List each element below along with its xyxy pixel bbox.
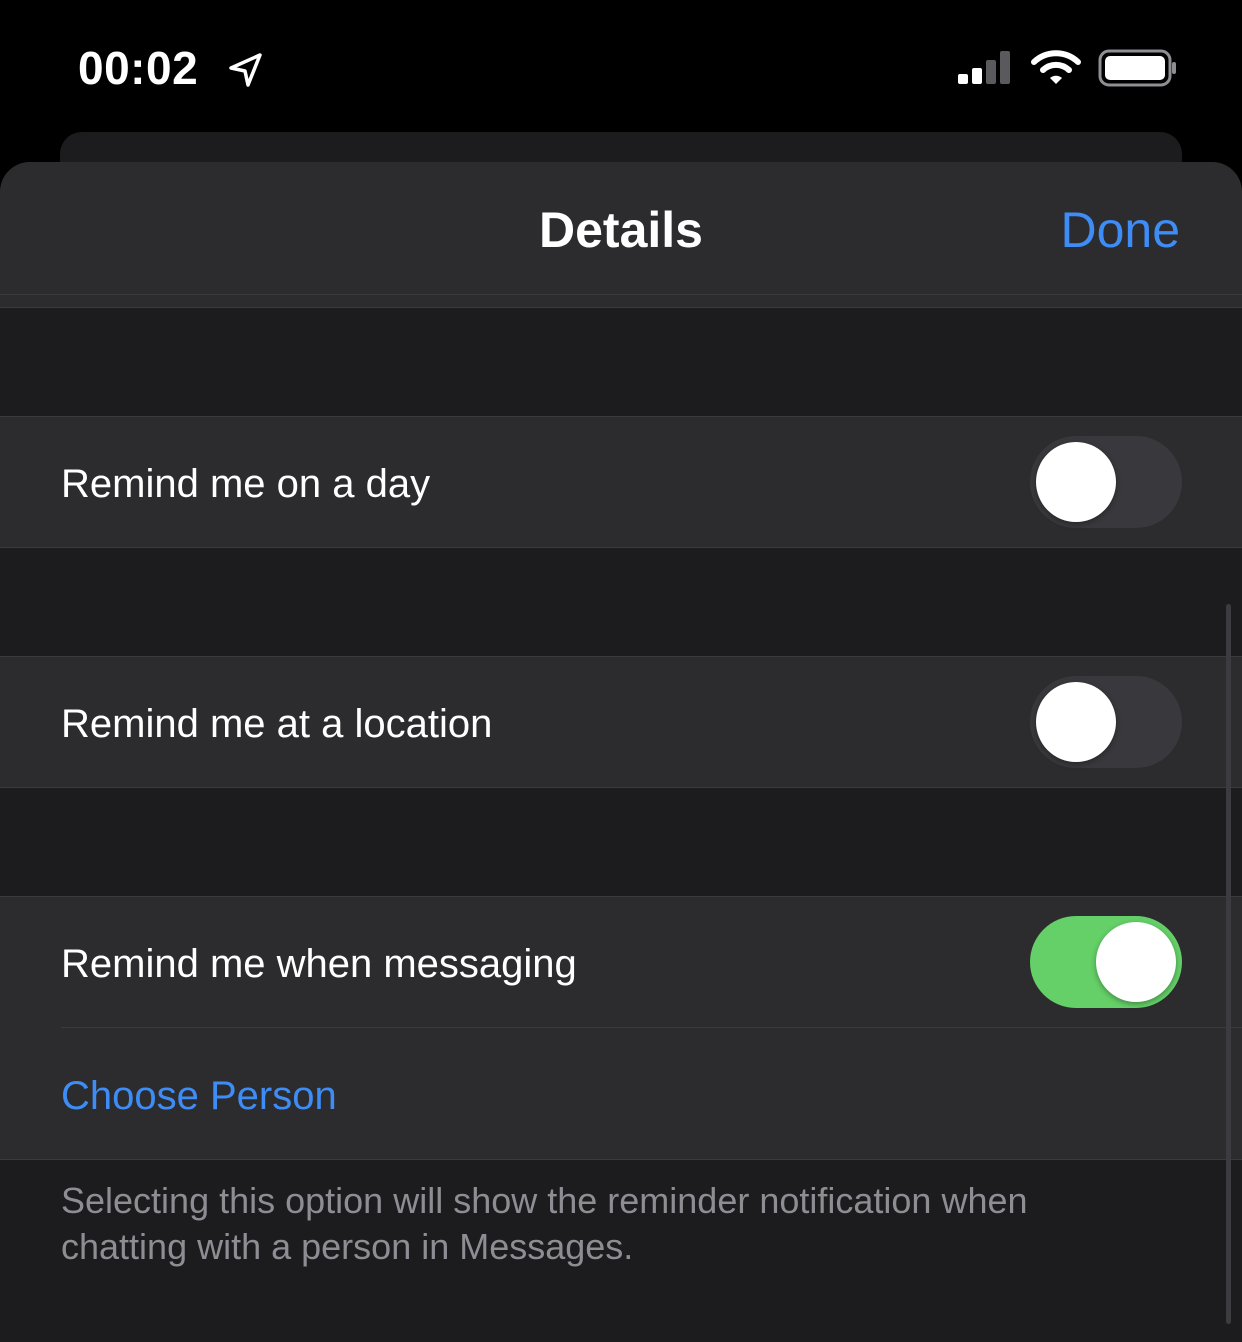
- choose-person-button[interactable]: Choose Person: [61, 1071, 337, 1121]
- cellular-signal-icon: [958, 51, 1010, 84]
- scrollbar[interactable]: [1226, 604, 1231, 1324]
- toggle-knob: [1096, 922, 1176, 1002]
- status-time: 00:02: [78, 42, 199, 94]
- nav-bar-edge: [0, 295, 1242, 308]
- navigation-bar: Details Done: [0, 162, 1242, 295]
- remind-at-location-toggle[interactable]: [1030, 676, 1182, 768]
- details-sheet: Details Done Remind me on a day Remind m…: [0, 162, 1242, 1342]
- remind-when-messaging-toggle[interactable]: [1030, 916, 1182, 1008]
- battery-icon: [1098, 49, 1176, 87]
- remind-at-location-row: Remind me at a location: [0, 656, 1242, 788]
- done-button[interactable]: Done: [1060, 200, 1180, 260]
- remind-messaging-group: Remind me when messaging Choose Person: [0, 896, 1242, 1160]
- wifi-icon: [1031, 50, 1081, 84]
- remind-on-day-label: Remind me on a day: [61, 462, 431, 506]
- row-divider: [61, 1027, 1242, 1028]
- location-arrow-icon: [229, 53, 262, 87]
- status-bar: 00:02: [0, 0, 1242, 132]
- remind-on-day-toggle[interactable]: [1030, 436, 1182, 528]
- remind-on-day-row: Remind me on a day: [0, 416, 1242, 548]
- page-title: Details: [539, 202, 703, 258]
- toggle-knob: [1036, 442, 1116, 522]
- toggle-knob: [1036, 682, 1116, 762]
- messaging-footer-note: Selecting this option will show the remi…: [61, 1180, 1028, 1267]
- remind-when-messaging-label: Remind me when messaging: [61, 942, 577, 986]
- remind-at-location-label: Remind me at a location: [61, 702, 493, 746]
